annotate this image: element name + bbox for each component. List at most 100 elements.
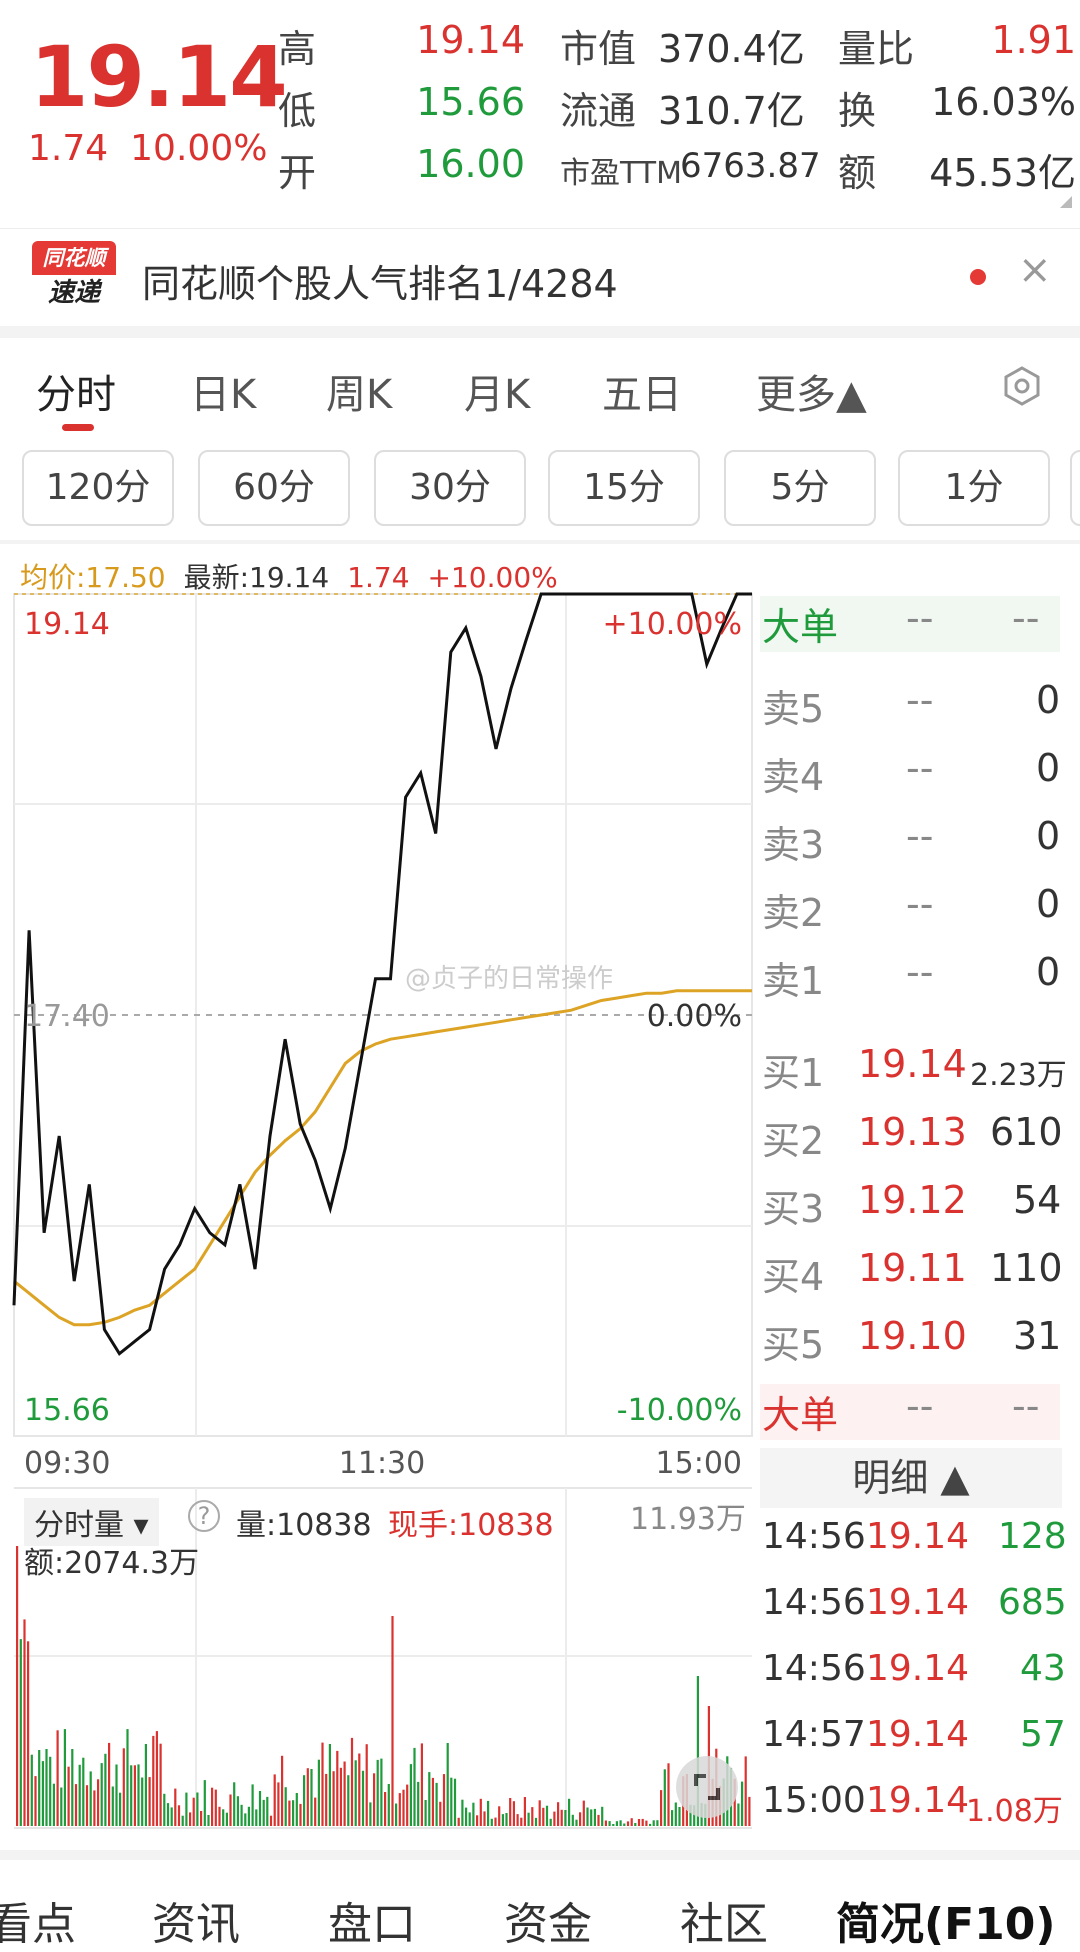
big-order-vol-bottom: -- (1012, 1384, 1040, 1428)
period-5m-button[interactable]: 5分 (724, 450, 876, 526)
help-icon[interactable]: ? (188, 1500, 220, 1532)
expand-corner-icon[interactable] (1060, 196, 1072, 208)
nav-funds[interactable]: 资金 (504, 1888, 592, 1952)
period-more-button[interactable] (1070, 450, 1080, 526)
nav-kandian[interactable]: 看点 (0, 1888, 76, 1952)
chart-labels: 19.14 17.40 15.66 +10.00% 0.00% -10.00% 09:30 1… (24, 607, 742, 1481)
volume-bar (299, 1803, 302, 1826)
big-order-label-top: 大单 (762, 605, 839, 649)
volume-bar (332, 1771, 335, 1826)
stat-label: 流通 (560, 89, 637, 133)
ask-vol: 0 (1036, 746, 1061, 790)
price-change: 1.74 10.00% (28, 128, 289, 169)
tab-fenshi[interactable]: 分时 (36, 362, 116, 420)
volume-bar (306, 1768, 309, 1826)
ask-label: 卖2 (762, 891, 825, 935)
tab-weekly-k[interactable]: 周K (326, 362, 392, 420)
big-order-label-bottom: 大单 (762, 1393, 839, 1437)
price-bottom-label: 15.66 (24, 1393, 110, 1428)
tab-daily-k[interactable]: 日K (190, 362, 256, 420)
volume-bar (391, 1616, 394, 1826)
volume-bar (619, 1820, 622, 1826)
volume-bar (409, 1764, 412, 1826)
volume-bar (490, 1818, 493, 1826)
volume-bar (310, 1769, 313, 1826)
detail-vol: 1.08万 (966, 1794, 1063, 1829)
nav-news[interactable]: 资讯 (152, 1888, 240, 1952)
settings-hex-icon[interactable] (1002, 366, 1042, 406)
price-polyline (12, 592, 752, 1356)
bid-price: 19.12 (858, 1178, 967, 1222)
volume-bar (189, 1812, 192, 1826)
detail-time: 14:57 (762, 1714, 866, 1755)
ask-price: -- (906, 814, 934, 858)
volume-bar (317, 1759, 320, 1826)
volume-bar (479, 1798, 482, 1826)
news-banner[interactable]: 同花顺 速递 同花顺个股人气排名1/4284 × (0, 228, 1080, 326)
volume-bar (741, 1781, 744, 1826)
volume-bar (97, 1779, 100, 1826)
pct-mid-label: 0.00% (647, 999, 742, 1034)
news-text[interactable]: 同花顺个股人气排名1/4284 (142, 253, 618, 308)
ask-vol: 0 (1036, 882, 1061, 926)
nav-f10[interactable]: 简况(F10) (836, 1888, 1056, 1952)
nav-pankou[interactable]: 盘口 (328, 1888, 416, 1952)
stat-label: 低 (278, 89, 317, 133)
volume-bar (122, 1748, 125, 1826)
volume-bar (269, 1815, 273, 1826)
ask-price: -- (906, 882, 934, 926)
period-60m-button[interactable]: 60分 (198, 450, 350, 526)
fullscreen-icon[interactable] (676, 1756, 738, 1818)
volume-bar (104, 1753, 107, 1826)
volume-bar (266, 1796, 269, 1826)
close-icon[interactable]: × (1018, 247, 1052, 293)
tab-more[interactable]: 更多▲ (756, 362, 867, 420)
volume-bar (361, 1770, 365, 1826)
ask-vol: 0 (1036, 814, 1061, 858)
period-1m-button[interactable]: 1分 (898, 450, 1050, 526)
ask-label: 卖1 (762, 959, 825, 1003)
volume-bar (203, 1780, 206, 1826)
volume-bar (435, 1782, 438, 1826)
volume-bar (652, 1820, 655, 1826)
ask-price: -- (906, 746, 934, 790)
nav-community[interactable]: 社区 (680, 1888, 768, 1952)
volume-bar (284, 1787, 287, 1826)
volume-bar (398, 1793, 401, 1826)
tab-monthly-k[interactable]: 月K (464, 362, 530, 420)
detail-price: 19.14 (866, 1516, 970, 1557)
volume-bar (148, 1777, 151, 1826)
detail-header[interactable]: 明细 ▲ (760, 1448, 1062, 1508)
volume-bar (641, 1818, 644, 1826)
ask-vol: 0 (1036, 950, 1061, 994)
volume-bar (292, 1800, 295, 1826)
volume-bar (645, 1820, 648, 1826)
volume-bar (612, 1824, 615, 1826)
volume-bar (549, 1818, 552, 1826)
volume-bar (446, 1743, 449, 1826)
volume-bar (130, 1765, 133, 1826)
volume-bar (553, 1811, 556, 1826)
volume-bar (255, 1809, 258, 1826)
volume-bar (218, 1806, 221, 1826)
volume-bar (534, 1817, 538, 1826)
tab-five-day[interactable]: 五日 (602, 362, 682, 420)
volume-bar (498, 1806, 501, 1826)
volume-bar (347, 1775, 350, 1826)
volume-bar (472, 1802, 475, 1826)
volume-bar (30, 1754, 33, 1826)
volume-bar (417, 1781, 420, 1826)
volume-bar (196, 1792, 199, 1826)
period-120m-button[interactable]: 120分 (22, 450, 174, 526)
volume-bar (571, 1814, 574, 1826)
period-30m-button[interactable]: 30分 (374, 450, 526, 526)
watermark: @贞子的日常操作 (405, 964, 614, 994)
stat-value: 15.66 (416, 80, 525, 124)
volume-bar (163, 1793, 166, 1826)
stat-label: 市值 (560, 27, 637, 71)
volume-bar (630, 1818, 633, 1826)
volume-bar (671, 1810, 674, 1826)
volume-bar (590, 1809, 593, 1826)
volume-bar (251, 1784, 254, 1826)
period-15m-button[interactable]: 15分 (548, 450, 700, 526)
